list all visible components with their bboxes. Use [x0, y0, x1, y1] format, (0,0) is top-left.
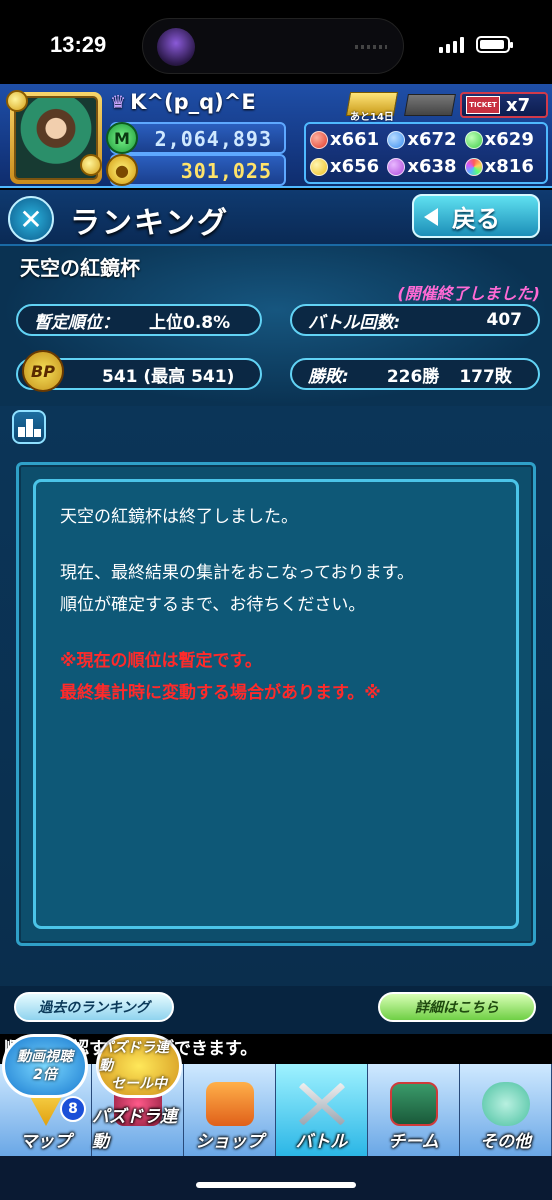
player-header: ♛ K^(p_q)^E M 2,064,893 ● 301,025 あと14日 … [0, 84, 552, 188]
crown-icon: ♛ [110, 91, 127, 113]
details-label: 詳細はこちら [415, 1000, 499, 1016]
nav-other[interactable]: その他 [460, 1064, 552, 1156]
bp-value: 541 (最高 541) [102, 366, 235, 387]
battles-pill: バトル回数: 407 [290, 304, 540, 336]
player-name: K^(p_q)^E [130, 90, 256, 114]
back-button-label: 戻る [452, 204, 500, 233]
bp-icon: BP [22, 350, 64, 392]
monster-points-value: 2,064,893 [154, 127, 272, 151]
fire-orb-icon [310, 130, 328, 149]
rank-value: 上位0.8% [149, 312, 231, 333]
ticket-icon: TICKET [466, 96, 500, 114]
wood-orb-icon [464, 130, 483, 149]
player-name-row: ♛ K^(p_q)^E [110, 90, 256, 114]
orb-wood: x629 [464, 126, 542, 153]
wins-value: 226勝 [386, 366, 440, 387]
orb-rainbow: x816 [464, 153, 542, 180]
past-rankings-button[interactable]: 過去のランキング [14, 992, 174, 1022]
battery-icon [476, 36, 513, 53]
dark-orb-icon [387, 157, 406, 176]
podium-icon [12, 410, 46, 444]
light-orb-icon [310, 157, 328, 176]
warning-line-1: ※現在の順位は暫定です。 [60, 651, 262, 671]
activity-dots [355, 45, 387, 49]
level-medal-icon [80, 154, 102, 176]
battles-value: 407 [486, 310, 523, 330]
silver-ticket-icon[interactable] [404, 94, 456, 116]
message-line-3: 順位が確定するまで、お待ちください。 [60, 595, 366, 615]
message-panel: 天空の紅鏡杯は終了しました。 現在、最終結果の集計をおこなっております。 順位が… [16, 462, 536, 946]
app-activity-icon [157, 28, 195, 66]
nav-team-label: チーム [388, 1132, 439, 1152]
notification-badge: 8 [60, 1096, 86, 1122]
orb-dark: x638 [387, 153, 464, 180]
ticket-area: あと14日 TICKET x7 [345, 92, 548, 123]
orb-light: x656 [310, 153, 387, 180]
water-orb-icon [387, 130, 406, 149]
coins-value: 301,025 [180, 159, 272, 183]
bottom-nav: マップ パズドラ連動 ショップ バトル チーム その他 [0, 1064, 552, 1200]
message-line-1: 天空の紅鏡杯は終了しました。 [60, 507, 298, 527]
battles-label: バトル回数: [308, 312, 401, 333]
coin-icon: ● [106, 154, 138, 186]
video-bonus-line-1: 動画視聴 [17, 1049, 73, 1065]
nav-team[interactable]: チーム [368, 1064, 460, 1156]
event-info: 天空の紅鏡杯 (開催終了しました) 暫定順位： 上位0.8% バトル回数: 40… [0, 246, 552, 406]
nav-battle[interactable]: バトル [276, 1064, 368, 1156]
rank-medal-icon [6, 90, 28, 112]
sale-line-1: パズドラ連動 [99, 1040, 169, 1074]
ticket-days-remaining: あと14日 [350, 112, 394, 123]
winloss-label: 勝敗: [308, 366, 349, 387]
shop-bag-icon [206, 1082, 254, 1126]
sale-bubble[interactable]: パズドラ連動 セール中 [96, 1034, 182, 1098]
message-box: 天空の紅鏡杯は終了しました。 現在、最終結果の集計をおこなっております。 順位が… [33, 479, 519, 929]
crossed-swords-icon: ✕ [8, 196, 54, 242]
rainbow-orb-icon [464, 157, 483, 176]
orb-fire: x661 [310, 126, 387, 153]
video-bonus-bubble[interactable]: 動画視聴 2倍 [2, 1034, 88, 1098]
crossed-swords-icon [298, 1082, 346, 1126]
nav-other-label: その他 [480, 1132, 531, 1152]
past-rankings-label: 過去のランキング [38, 1000, 150, 1016]
orb-inventory[interactable]: x661 x672 x629 x656 x638 x816 [304, 122, 548, 184]
monster-point-icon: M [106, 122, 138, 154]
cellular-signal-icon [439, 36, 464, 53]
sale-line-2: セール中 [111, 1076, 167, 1092]
winloss-pill: 勝敗: 226勝 177敗 [290, 358, 540, 390]
coins-bar: ● 301,025 [106, 154, 286, 186]
video-bonus-line-2: 2倍 [33, 1067, 57, 1083]
losses-value: 177敗 [459, 366, 512, 387]
ticket-count: x7 [506, 94, 531, 116]
nav-shop[interactable]: ショップ [184, 1064, 276, 1156]
event-status: (開催終了しました) [397, 284, 540, 303]
ticket-counter[interactable]: TICKET x7 [460, 92, 548, 118]
title-bar: ✕ ランキング 戻る [0, 190, 552, 246]
message-line-2: 現在、最終結果の集計をおこなっております。 [60, 563, 414, 583]
nav-battle-label: バトル [295, 1132, 348, 1152]
home-indicator[interactable] [196, 1182, 356, 1188]
event-name: 天空の紅鏡杯 [20, 256, 140, 280]
dynamic-island [142, 18, 404, 74]
status-bar: 13:29 [0, 0, 552, 84]
details-button[interactable]: 詳細はこちら [378, 992, 536, 1022]
rank-label: 暫定順位： [34, 312, 119, 333]
monster-points-bar: M 2,064,893 [106, 122, 286, 154]
orb-water: x672 [387, 126, 464, 153]
page-title: ランキング [70, 206, 230, 241]
nav-shop-label: ショップ [195, 1132, 264, 1152]
question-icon [482, 1082, 530, 1126]
rank-pill: 暫定順位： 上位0.8% [16, 304, 262, 336]
team-icon [390, 1082, 438, 1126]
nav-map-label: マップ [20, 1132, 71, 1152]
back-button[interactable]: 戻る [412, 194, 540, 238]
status-time: 13:29 [50, 32, 107, 57]
warning-line-2: 最終集計時に変動する場合があります。※ [60, 683, 381, 703]
nav-pazudora-label: パズドラ連動 [92, 1107, 177, 1152]
